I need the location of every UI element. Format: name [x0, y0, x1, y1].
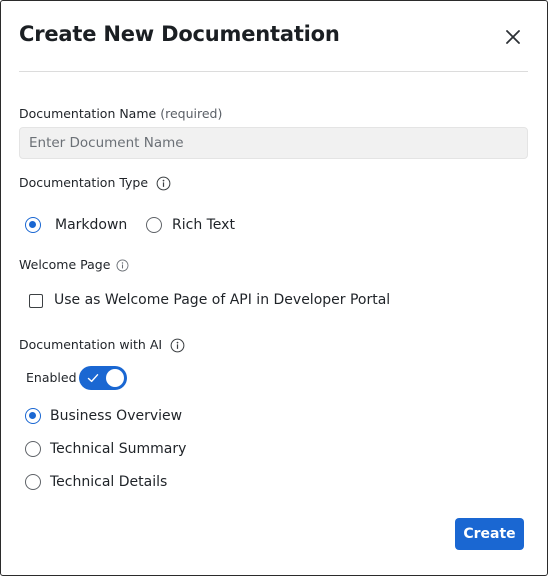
- dialog-title: Create New Documentation: [19, 22, 340, 46]
- required-note: (required): [160, 106, 223, 121]
- radio-markdown[interactable]: Markdown: [25, 217, 127, 233]
- radio-label-technical-details: Technical Details: [50, 474, 168, 490]
- close-icon[interactable]: [502, 26, 524, 48]
- radio-label-business-overview: Business Overview: [50, 408, 183, 424]
- radio-label-technical-summary: Technical Summary: [50, 441, 187, 457]
- radio-technical-summary[interactable]: Technical Summary: [25, 441, 186, 457]
- header-divider: [19, 71, 528, 72]
- welcome-page-checkbox-label: Use as Welcome Page of API in Developer …: [54, 292, 391, 308]
- documentation-name-label: Documentation Name (required): [19, 106, 222, 121]
- documentation-ai-label: Documentation with AI: [19, 337, 185, 353]
- check-icon: [87, 374, 99, 383]
- radio-rich-text[interactable]: Rich Text: [146, 217, 235, 233]
- documentation-name-label-text: Documentation Name: [19, 106, 157, 121]
- info-icon[interactable]: [116, 259, 129, 272]
- info-icon[interactable]: [156, 176, 171, 191]
- radio-button-rich-text[interactable]: [146, 217, 162, 233]
- radio-label-rich-text: Rich Text: [172, 217, 235, 233]
- enabled-label: Enabled: [26, 370, 77, 385]
- documentation-ai-label-text: Documentation with AI: [19, 337, 163, 352]
- toggle-knob: [106, 369, 124, 387]
- radio-button-business-overview[interactable]: [25, 408, 41, 424]
- radio-business-overview[interactable]: Business Overview: [25, 408, 182, 424]
- ai-enabled-toggle[interactable]: [79, 366, 127, 390]
- radio-button-markdown[interactable]: [25, 217, 41, 233]
- radio-button-technical-summary[interactable]: [25, 441, 41, 457]
- documentation-type-label-text: Documentation Type: [19, 175, 149, 190]
- info-icon[interactable]: [170, 338, 185, 353]
- documentation-name-input[interactable]: [19, 127, 528, 159]
- radio-button-technical-details[interactable]: [25, 474, 41, 490]
- create-button[interactable]: Create: [455, 518, 524, 550]
- radio-label-markdown: Markdown: [55, 217, 128, 233]
- create-documentation-dialog: Create New Documentation Documentation N…: [0, 0, 548, 576]
- welcome-page-checkbox[interactable]: [29, 294, 43, 308]
- welcome-page-label-text: Welcome Page: [19, 257, 111, 272]
- documentation-type-label: Documentation Type: [19, 175, 171, 191]
- radio-technical-details[interactable]: Technical Details: [25, 474, 167, 490]
- welcome-page-label: Welcome Page: [19, 257, 129, 272]
